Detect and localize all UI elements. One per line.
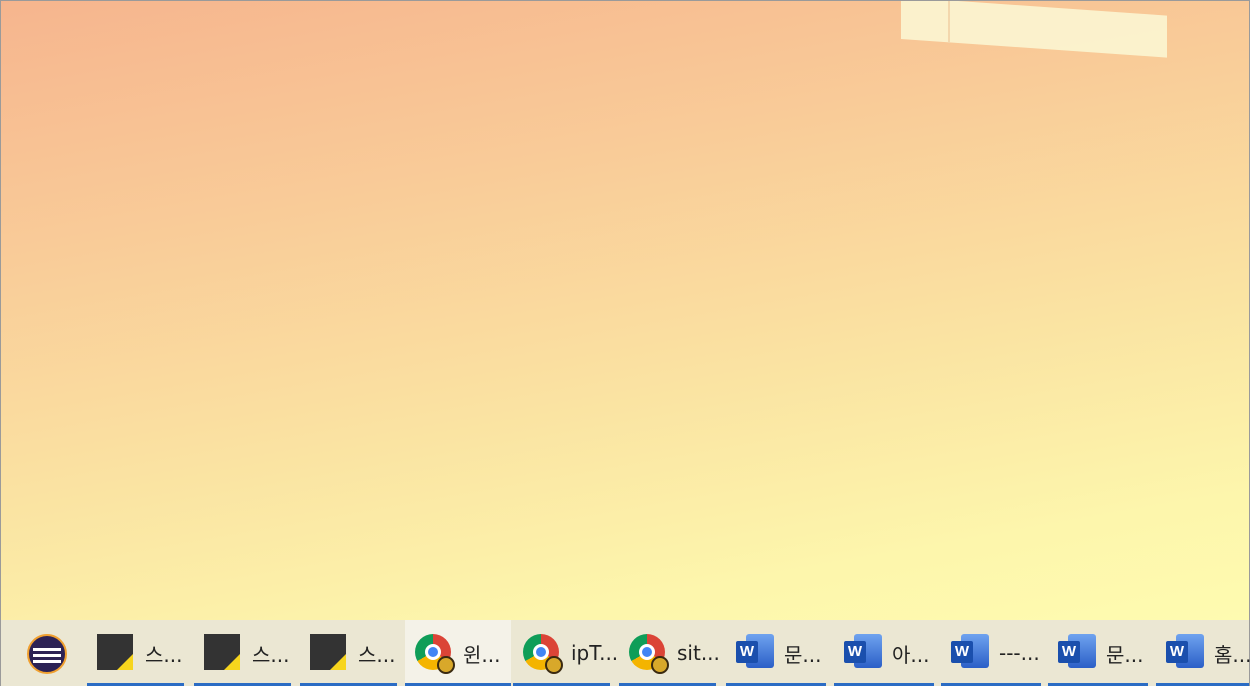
taskbar-item-label: ---... [999,641,1040,665]
eclipse-icon [27,634,67,674]
chrome-icon [629,634,669,674]
taskbar-item-label: 윈... [463,642,501,667]
sticky-notes-icon [310,634,348,672]
taskbar-item-label: 스... [252,642,290,667]
taskbar-item-label: 스... [145,642,183,667]
taskbar-item-word-1[interactable]: W 문... [726,620,826,686]
taskbar-item-label: ipT... [571,641,619,665]
desktop-wallpaper [0,0,1250,621]
chrome-icon [415,634,455,674]
taskbar-item-chrome-2[interactable]: ipT... [513,620,618,686]
taskbar-item-label: 홈... [1214,642,1250,667]
taskbar-item-sticky-notes-1[interactable]: 스... [87,620,184,686]
taskbar-item-label: 문... [1106,642,1144,667]
word-icon: W [736,634,774,672]
taskbar-item-sticky-notes-2[interactable]: 스... [194,620,291,686]
taskbar-item-word-3[interactable]: W ---... [941,620,1041,686]
word-icon: W [1166,634,1204,672]
taskbar: 스... 스... 스... 윈... ipT... sit... W 문... [0,620,1250,686]
chrome-icon [523,634,563,674]
taskbar-item-word-2[interactable]: W 아... [834,620,934,686]
taskbar-item-label: sit... [677,641,720,665]
taskbar-item-eclipse[interactable] [17,620,79,686]
sticky-notes-icon [204,634,242,672]
taskbar-item-word-4[interactable]: W 문... [1048,620,1148,686]
taskbar-item-sticky-notes-3[interactable]: 스... [300,620,397,686]
sticky-notes-icon [97,634,135,672]
word-icon: W [1058,634,1096,672]
taskbar-item-chrome-3[interactable]: sit... [619,620,720,686]
taskbar-item-chrome-1[interactable]: 윈... [405,620,511,686]
taskbar-item-label: 문... [784,642,822,667]
taskbar-item-label: 스... [358,642,396,667]
background-window-divider [948,1,950,44]
background-window-edge [901,1,1167,58]
taskbar-item-word-5[interactable]: W 홈... [1156,620,1250,686]
word-icon: W [951,634,989,672]
taskbar-item-label: 아... [892,642,930,667]
word-icon: W [844,634,882,672]
